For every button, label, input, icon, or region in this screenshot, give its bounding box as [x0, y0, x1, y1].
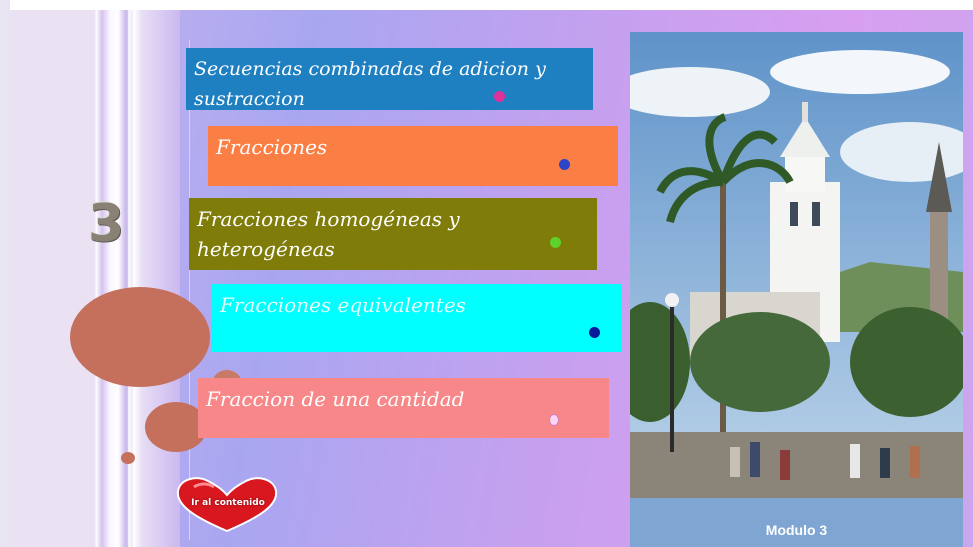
menu-item-label: Fracciones homogéneas y heterogéneas — [197, 207, 460, 261]
menu-item-fracciones[interactable]: Fracciones — [208, 126, 618, 186]
bullet-icon — [550, 237, 561, 248]
module-number: 3 — [88, 194, 127, 254]
decorative-circle-dot — [121, 452, 135, 464]
menu-item-label: Secuencias combinadas de adicion y sustr… — [194, 58, 546, 110]
module-caption: Modulo 3 — [765, 522, 828, 538]
decorative-circle-large — [70, 287, 210, 387]
bullet-icon — [589, 327, 600, 338]
frame-top — [0, 0, 973, 10]
city-plaza-photo — [630, 32, 963, 498]
menu-item-label: Fracciones equivalentes — [220, 293, 466, 317]
menu-guide-line — [189, 40, 190, 540]
menu-item-fracciones-homogeneas[interactable]: Fracciones homogéneas y heterogéneas — [189, 198, 597, 270]
menu-item-label: Fraccion de una cantidad — [206, 387, 465, 411]
menu-item-label: Fracciones — [216, 135, 328, 159]
frame-left — [0, 0, 10, 547]
decorative-line — [128, 10, 131, 547]
menu-item-secuencias[interactable]: Secuencias combinadas de adicion y sustr… — [186, 48, 593, 110]
home-button-label[interactable]: Ir al contenido — [180, 498, 276, 508]
menu-item-fraccion-cantidad[interactable]: Fraccion de una cantidad — [198, 378, 609, 438]
bullet-icon — [549, 414, 559, 426]
bullet-icon — [559, 159, 570, 170]
menu-item-fracciones-equivalentes[interactable]: Fracciones equivalentes — [212, 284, 622, 352]
decorative-stripes — [10, 10, 180, 547]
bullet-icon — [494, 91, 505, 102]
